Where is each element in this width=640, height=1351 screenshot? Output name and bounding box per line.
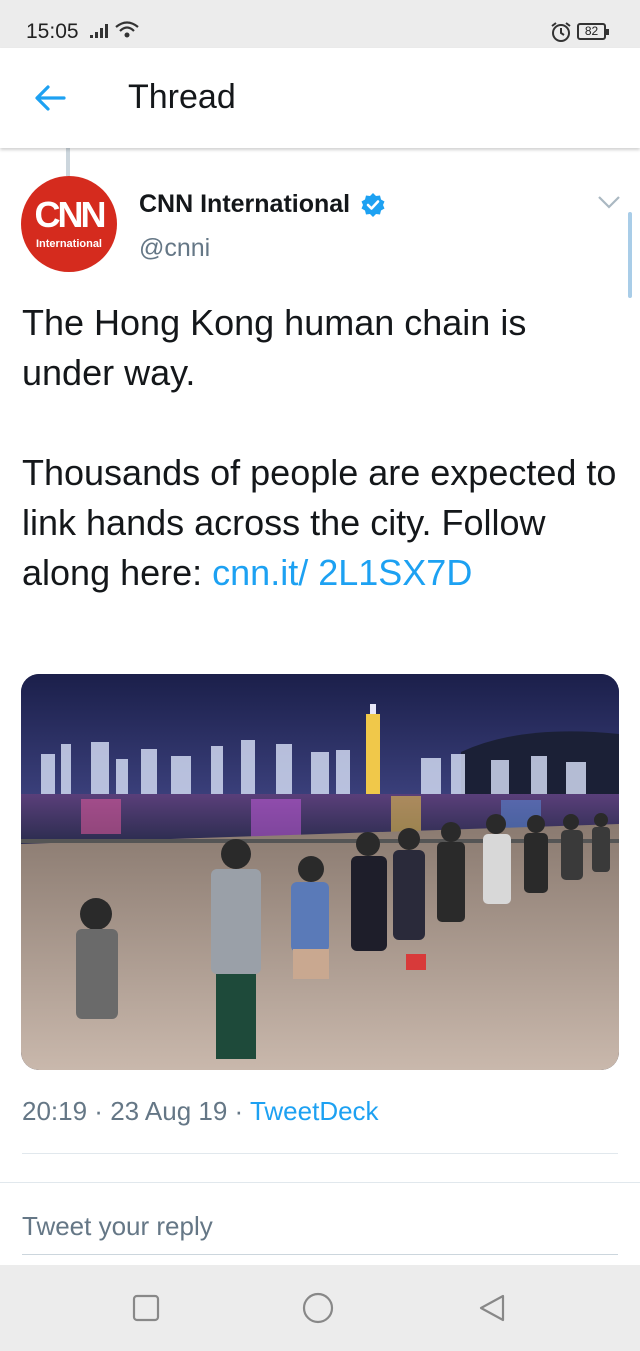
- tweet-link[interactable]: cnn.it/ 2L1SX7D: [212, 552, 472, 593]
- tweet-paragraph-2: Thousands of people are expected to link…: [22, 448, 622, 598]
- reply-underline: [22, 1254, 618, 1255]
- divider: [22, 1153, 618, 1154]
- tweet-meta: 20:19 · 23 Aug 19 · TweetDeck: [22, 1096, 379, 1127]
- battery-indicator: 82: [577, 23, 609, 40]
- home-icon[interactable]: [302, 1292, 334, 1324]
- author-handle[interactable]: @cnni: [139, 234, 210, 263]
- tweet-paragraph-1: The Hong Kong human chain is under way.: [22, 302, 527, 393]
- photo-illustration: [21, 674, 619, 1070]
- wifi-icon: [115, 21, 139, 38]
- meta-separator: ·: [227, 1096, 250, 1126]
- meta-separator: ·: [87, 1096, 111, 1126]
- alarm-icon: [551, 22, 571, 42]
- status-bar: 15:05 82: [0, 0, 640, 48]
- signal-icon: [90, 24, 108, 38]
- navigation-bar: [0, 1265, 640, 1351]
- avatar-subtitle: International: [35, 238, 102, 250]
- author-name[interactable]: CNN International: [139, 190, 350, 219]
- divider: [0, 1182, 640, 1183]
- tweet-photo[interactable]: [21, 674, 619, 1070]
- reply-input[interactable]: [22, 1204, 618, 1248]
- chevron-down-icon[interactable]: [596, 192, 622, 212]
- cnn-logo: CNN: [34, 194, 107, 235]
- page-title: Thread: [128, 78, 236, 116]
- back-triangle-icon[interactable]: [476, 1292, 508, 1324]
- recent-apps-icon[interactable]: [130, 1292, 162, 1324]
- paragraph-spacer: [22, 398, 622, 448]
- back-arrow-icon[interactable]: [30, 78, 70, 118]
- thread-connector-line: [66, 148, 70, 176]
- tweet-date: 23 Aug 19: [110, 1096, 228, 1126]
- tweet-source-link[interactable]: TweetDeck: [250, 1096, 379, 1126]
- scrollbar[interactable]: [628, 212, 632, 298]
- tweet-text: The Hong Kong human chain is under way. …: [22, 298, 622, 598]
- verified-badge-icon: [361, 193, 385, 217]
- avatar[interactable]: CNN International: [21, 176, 117, 272]
- status-time: 15:05: [26, 20, 79, 43]
- app-header: Thread: [0, 48, 640, 148]
- tweet-time: 20:19: [22, 1096, 88, 1126]
